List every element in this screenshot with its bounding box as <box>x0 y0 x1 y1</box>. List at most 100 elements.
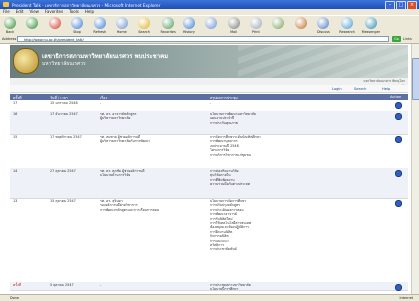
toolbar-label: Search <box>138 30 150 34</box>
view-details-icon[interactable] <box>395 170 402 177</box>
row-topic: - <box>100 283 206 287</box>
toolbar-home[interactable]: Home <box>115 17 128 34</box>
row-summary: การจัดการศึกษาระดับบัณฑิตศึกษา การพัฒนาบุ… <box>210 135 380 168</box>
toolbar-label: Refresh <box>93 30 107 34</box>
page-banner: เลขาธิการสภามหาวิทยาลัยนเรศวร พบประชาคม … <box>10 45 408 78</box>
row-date: 15 มกราคม 2548 <box>50 101 78 105</box>
search-icon <box>138 17 151 29</box>
address-bar: Address http://www.nu.ac.th/president_ta… <box>0 35 419 44</box>
mail-icon <box>227 17 240 29</box>
toolbar-label: Research <box>339 30 355 34</box>
toolbar-button-12[interactable] <box>272 17 285 30</box>
toolbar-label: Mail <box>230 30 237 34</box>
window-titlebar: President Talk - เลขาธิการสภาวิทยาลัยนเร… <box>0 0 419 10</box>
row-date: 17 ธันวาคม 2547 <box>50 112 78 116</box>
banner-subtitle: มหาวิทยาลัยนเรศวร <box>42 61 86 67</box>
login-link[interactable]: Login <box>332 87 342 91</box>
view-details-icon[interactable] <box>395 113 402 120</box>
table-row: 13 15 ตุลาคม 2547 รศ. ดร. สุจินดา รองอธิการ… <box>10 198 408 283</box>
status-text: Done <box>10 296 19 300</box>
toolbar-history[interactable]: History <box>183 17 195 34</box>
banner-subbar: มหาวิทยาลัยนเรศวร พิษณุโลก www.nu.ac.th <box>10 78 408 88</box>
address-label: Address <box>2 37 17 41</box>
scrollbar-thumb[interactable] <box>412 58 419 100</box>
toolbar-button-13[interactable] <box>294 17 307 30</box>
topic-line: ผู้บริหารมหาวิทยาลัยกับการพัฒนา <box>100 139 150 144</box>
print-icon <box>249 17 262 29</box>
summary-line: การบริการวิชาการแก่ชุมชน <box>210 152 251 157</box>
row-topic: - <box>100 101 206 105</box>
row-topic: รศ. ดร. อาจารย์หลักสูตร ผู้บริหารมหาวิทยา… <box>100 112 206 121</box>
toolbar-discuss[interactable]: Discuss <box>317 17 330 34</box>
topic-line: - <box>100 283 102 287</box>
toolbar-label: Print <box>251 30 260 34</box>
home-icon <box>115 17 128 29</box>
tool-12-icon <box>272 17 285 29</box>
stop-icon <box>71 17 84 29</box>
row-no: ครั้งที่ <box>13 283 21 287</box>
row-date: 27 ตุลาคม 2547 <box>50 169 76 173</box>
research-icon <box>341 17 354 29</box>
summary-line: - <box>210 101 212 105</box>
toolbar-label: Favorites <box>160 30 176 34</box>
toolbar-back[interactable]: Back <box>4 17 16 34</box>
discuss-icon <box>317 17 330 29</box>
row-date: 17 พฤศจิกายน 2547 <box>50 135 82 139</box>
toolbar-mail[interactable]: Mail <box>227 17 240 34</box>
table-row: 16 17 ธันวาคม 2547 รศ. ดร. อาจารย์หลักสูตร… <box>10 111 408 135</box>
toolbar-print[interactable]: Print <box>249 17 262 34</box>
table-row: 15 17 พฤศจิกายน 2547 รศ. สมชาย ผู้ช่วยอธิก… <box>10 134 408 169</box>
toolbar-button-1[interactable] <box>26 17 39 30</box>
topic-line: - <box>100 101 102 105</box>
row-topic: รศ. ดร. สุจินดา รองอธิการบดีฝ่ายวิชาการ กา… <box>100 199 206 212</box>
favorites-icon <box>162 17 175 29</box>
toolbar-label: Discuss <box>316 30 330 34</box>
tool-1-icon <box>26 17 39 29</box>
topic-line: นโยบายด้านการวิจัย <box>100 173 131 178</box>
refresh-icon <box>93 17 106 29</box>
toolbar-button-9[interactable] <box>205 17 218 30</box>
toolbar-button-2[interactable] <box>48 17 61 30</box>
history-icon <box>182 17 195 29</box>
view-details-icon[interactable] <box>395 284 402 291</box>
row-no: 13 <box>13 199 18 203</box>
toolbar-favorites[interactable]: Favorites <box>160 17 176 34</box>
row-date: 5 ตุลาคม 2547 <box>50 283 74 287</box>
row-summary: นโยบายการจัดการศึกษา การปรับปรุงหลักสูตรก… <box>210 199 380 282</box>
view-details-icon[interactable] <box>395 200 402 207</box>
toolbar-refresh[interactable]: Refresh <box>93 17 106 34</box>
topic-line: การพัฒนาหลักสูตรและการเรียนการสอน <box>100 207 160 212</box>
table-row: ครั้งที่ 5 ตุลาคม 2547 - การประชุมสภามหาวิท… <box>10 282 408 291</box>
row-topic: รศ. ดร. ศุภชัย ผู้ช่วยอธิการบดี นโยบายด้า… <box>100 169 206 178</box>
toolbar-messenger[interactable]: Messenger <box>362 17 380 34</box>
university-crest-icon <box>13 48 39 74</box>
view-details-icon[interactable] <box>395 136 402 143</box>
action-links: Login Search Help <box>10 85 408 93</box>
help-link[interactable]: Help <box>382 87 390 91</box>
tool-2-icon <box>48 17 61 29</box>
toolbar-research[interactable]: Research <box>339 17 355 34</box>
search-link[interactable]: Search <box>354 87 366 91</box>
table-row: 14 27 ตุลาคม 2547 รศ. ดร. ศุภชัย ผู้ช่วยอธ… <box>10 168 408 199</box>
row-summary: การประชุมสภามหาวิทยาลัย นโยบายปีการศึกษา <box>210 283 380 290</box>
row-no: 14 <box>13 169 18 173</box>
tool-9-icon <box>205 17 218 29</box>
toolbar-stop[interactable]: Stop <box>71 17 84 34</box>
toolbar-label: Back <box>5 30 15 34</box>
row-summary: นโยบายการพัฒนามหาวิทยาลัย แผนงานประจำปี กา… <box>210 112 380 134</box>
tool-13-icon <box>294 17 307 29</box>
row-summary: - <box>210 101 380 111</box>
summary-line: นโยบายปีการศึกษา <box>210 287 239 290</box>
toolbar-label: Stop <box>73 30 81 34</box>
summary-line: การประกันคุณภาพ <box>210 120 238 125</box>
banner-decoration <box>238 45 408 78</box>
links-label[interactable]: Links <box>403 37 412 41</box>
go-button[interactable]: Go <box>392 36 401 42</box>
address-input[interactable]: http://www.nu.ac.th/president_talk/ <box>17 36 389 42</box>
summary-line: ความร่วมมือกับต่างประเทศ <box>210 182 250 187</box>
browser-toolbar: Back Stop Refresh Home Search Favorites Histor… <box>0 15 419 37</box>
row-topic: รศ. สมชาย ผู้ช่วยอธิการบดี ผู้บริหารมหาวิ… <box>100 135 206 144</box>
view-details-icon[interactable] <box>395 102 402 109</box>
back-icon <box>4 17 16 29</box>
toolbar-search[interactable]: Search <box>138 17 151 34</box>
